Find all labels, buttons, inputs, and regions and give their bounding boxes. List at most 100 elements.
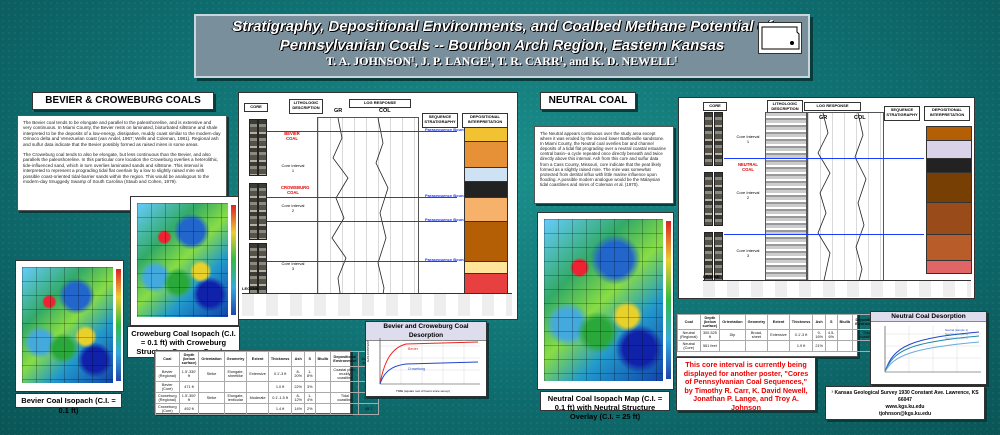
table-cell: 1-8%: [304, 366, 316, 382]
section-heading-neutral: NEUTRAL COAL: [540, 92, 636, 110]
table-cell: Broad, sheet: [744, 329, 769, 341]
table-header-cell: Orientation: [719, 314, 746, 330]
table-row: Bevier (Regional) 1.5'-330' ft Strike Elong…: [155, 366, 379, 382]
neutral-table: Coal Depth (below surface) Orientation Geom…: [676, 313, 901, 357]
table-cell: Coastal plain, muddy coastline: [330, 366, 360, 382]
table-cell: Elongate, sheetlike: [223, 366, 248, 382]
bevier-coal-label: BEVIER COAL: [284, 131, 300, 141]
table-cell: 1.0 ft: [267, 381, 293, 393]
table-cell: [824, 340, 838, 352]
table-cell: Tidal coastline: [330, 392, 360, 404]
lithology-header: LITHOLOGIC DESCRIPTION: [289, 99, 323, 114]
right-core-interval-3: Core Interval 3: [736, 248, 760, 258]
neutral-core-panel: CORE LITHOLOGIC DESCRIPTION LOG RESPONSE…: [678, 97, 975, 299]
table-row: Neutral (Core)561 feet1.9 ft21%94.9: [677, 340, 901, 352]
table-header-cell: S: [824, 314, 838, 330]
neutral-chart-plot: Neutral (sample 1) Neutral (sample 2) Ne…: [884, 326, 981, 373]
core-interval-3: Core Interval 3: [281, 261, 305, 271]
table-cell: 1-4%: [304, 392, 316, 404]
right-log-track: [807, 112, 884, 286]
table-header-cell: Thickness: [788, 314, 814, 330]
table-cell: Strike: [198, 366, 225, 382]
table-cell: 3%: [304, 381, 316, 393]
table-cell: [246, 403, 269, 415]
sequence-strat-header: SEQUENCE STRATIGRAPHY: [422, 113, 458, 128]
table-cell: Moderate: [246, 392, 269, 404]
table-cell: 0.1'-1.5 ft: [267, 392, 293, 404]
table-header-cell: Depositional Environment: [330, 351, 360, 367]
table-cell: 1.5'-300' ft: [178, 392, 200, 404]
table-cell: [198, 403, 225, 415]
table-header-cell: Extent: [246, 351, 269, 367]
table-cell: [246, 381, 269, 393]
bevier-core-panel: CORE LITHOLOGIC DESCRIPTION LOG RESPONSE…: [238, 92, 518, 320]
table-header-cell: Ash: [812, 314, 826, 330]
table-header-cell: Depth (below surface): [699, 314, 721, 330]
table-cell: 561 feet: [699, 340, 721, 352]
core-display-notice: This core interval is currently being di…: [676, 357, 816, 412]
title-line-1: Stratigraphy, Depositional Environments,…: [232, 18, 772, 35]
table-row: Bevier (Core)471 ft1.0 ft22%3%75.87: [155, 381, 379, 393]
table-cell: [330, 403, 360, 415]
bevier-legend-croweburg: Croweburg: [408, 367, 425, 371]
table-cell: [198, 381, 225, 393]
bevier-paragraph: The Bevier coal tends to be elongate and…: [23, 120, 221, 147]
neutral-coal-label: NEUTRAL COAL: [737, 162, 758, 172]
neutral-chart-title: Neutral Coal Desorption: [871, 312, 986, 322]
neutral-description: The Neutral appears continuous over the …: [534, 126, 674, 204]
table-header-cell: Orientation: [198, 351, 225, 367]
bevier-isopach-map: [15, 260, 124, 392]
table-header-cell: Coal: [677, 314, 701, 330]
table-cell: 14%: [291, 403, 306, 415]
table-row: Croweburg (Regional) 1.5'-300' ft Strike El…: [155, 392, 379, 404]
table-cell: 0.1'-3 ft: [788, 329, 814, 341]
table-row: Neutral (Regional) 300-525 ft Dip Broad, sh…: [677, 329, 901, 341]
table-cell: Neutral (Regional): [677, 329, 701, 341]
table-header-cell: Geometry: [744, 314, 769, 330]
gr-label: GR: [334, 108, 343, 114]
table-cell: 2%: [304, 403, 316, 415]
table-cell: 8-20%: [291, 366, 306, 382]
core-header-right: CORE: [703, 102, 727, 111]
croweburg-paragraph: The Croweburg coal tends to also be elon…: [23, 152, 219, 185]
footer-email: tjohnson@kgs.ku.edu: [878, 411, 932, 417]
table-cell: 1.4 ft: [267, 403, 293, 415]
table-cell: [836, 329, 854, 341]
kansas-map-icon-right: [758, 22, 802, 54]
table-cell: 9-16%: [812, 329, 826, 341]
col-label: COL: [379, 108, 391, 114]
legend-label: LEGEND: [242, 286, 259, 291]
bevier-chart-plot: GAS CONTENT TIME (square root of hours s…: [366, 338, 480, 393]
table-cell: Neutral (Core): [677, 340, 701, 352]
table-cell: [330, 381, 360, 393]
right-col-label: COL: [854, 115, 866, 121]
table-cell: 492 ft: [178, 403, 200, 415]
table-header-cell: Geometry: [223, 351, 248, 367]
table-cell: Extensive: [246, 366, 269, 382]
table-cell: [223, 403, 248, 415]
table-header-cell: S: [304, 351, 316, 367]
bevier-croweburg-table: Coal Depth (below surface) Orientation Geom…: [154, 350, 379, 415]
table-cell: [719, 340, 746, 352]
table-cell: Extensive: [767, 329, 790, 341]
title-line-2: Pennsylvanian Coals -- Bourbon Arch Regi…: [279, 37, 725, 54]
table-cell: 471 ft: [178, 381, 200, 393]
table-cell: Croweburg (Regional): [155, 392, 180, 404]
table-cell: Bevier (Regional): [155, 366, 180, 382]
neutral-legend-3: Neutral (sample 3): [945, 336, 968, 340]
neutral-map-caption: Neutral Coal Isopach Map (C.I. = 0.1 ft)…: [540, 391, 670, 421]
table-cell: Bevier (Core): [155, 381, 180, 393]
table-cell: [314, 381, 332, 393]
table-cell: 22%: [291, 381, 306, 393]
table-cell: Strike: [198, 392, 225, 404]
footer-website: www.kgs.ku.edu: [885, 404, 925, 410]
bevier-desorption-chart: Bevier and Croweburg Coal Desorption GAS…: [365, 321, 487, 397]
core-interval-2: Core Interval 2: [281, 203, 305, 213]
bevier-chart-xlabel: TIME (square root of hours since set-up): [396, 389, 450, 393]
right-legend-label: LEGEND: [703, 274, 720, 279]
table-cell: 1.5'-330' ft: [178, 366, 200, 382]
log-response-header: LOG RESPONSE: [349, 99, 411, 108]
table-header-cell: Coal: [155, 351, 180, 367]
footer-address: ¹ Kansas Geological Survey 1930 Constant…: [831, 390, 979, 403]
table-cell: Dip: [719, 329, 746, 341]
